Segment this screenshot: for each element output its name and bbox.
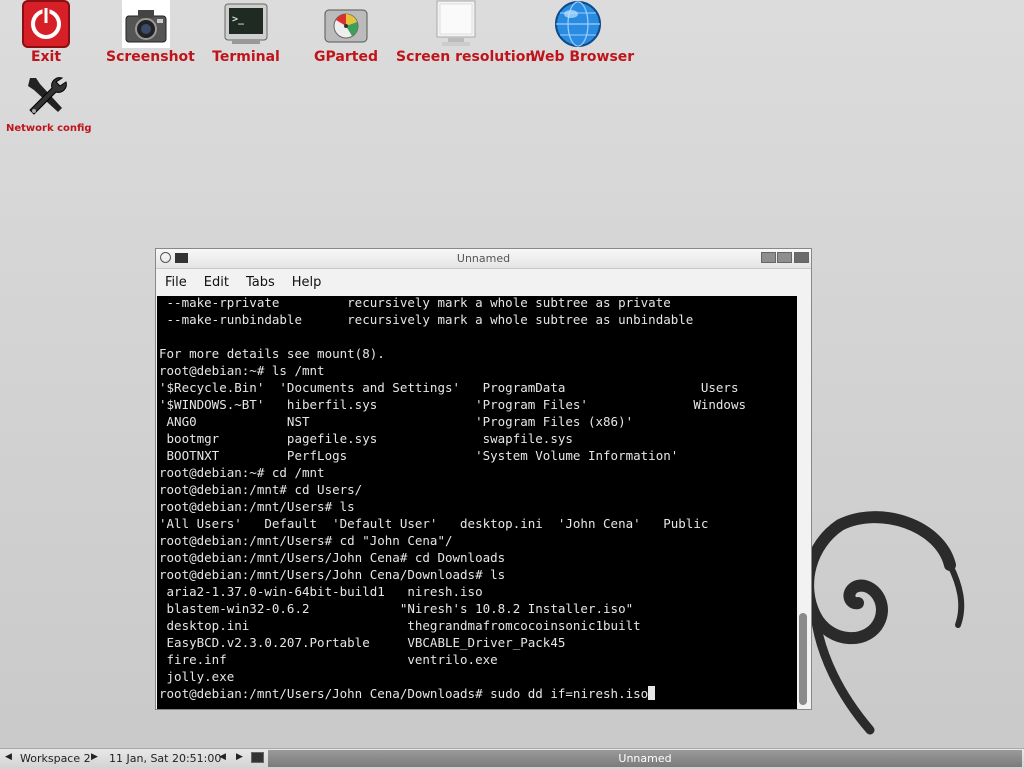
terminal-line: root@debian:/mnt/Users# cd "John Cena"/ [159, 533, 453, 548]
menu-tabs[interactable]: Tabs [246, 275, 275, 290]
web-browser-label: Web Browser [530, 49, 635, 65]
taskbar-window-button[interactable]: Unnamed [268, 750, 1022, 767]
terminal-line: 'All Users' Default 'Default User' deskt… [159, 516, 709, 531]
terminal-line: root@debian:/mnt/Users/John Cena# cd Dow… [159, 550, 506, 565]
network-config-label: Network config [6, 123, 92, 134]
terminal-line: jolly.exe [166, 669, 235, 684]
window-titlebar[interactable]: Unnamed [156, 249, 811, 269]
taskbar: ◀ Workspace 2 ▶ 11 Jan, Sat 20:51:00 ◀ ▶… [0, 748, 1024, 769]
exit-shortcut[interactable]: Exit [18, 0, 74, 66]
menu-edit[interactable]: Edit [204, 275, 229, 290]
terminal-prompt: root@debian:/mnt/Users/John Cena/Downloa… [159, 686, 491, 701]
terminal-line: desktop.ini thegrandmafromcocoinsonic1bu… [166, 618, 641, 633]
menu-file[interactable]: File [165, 275, 187, 290]
menu-help[interactable]: Help [292, 275, 322, 290]
screenshot-shortcut[interactable]: Screenshot [106, 0, 195, 66]
terminal-label: Terminal [212, 49, 280, 65]
terminal-line: --make-rprivate recursively mark a whole… [166, 296, 671, 310]
workspace-label[interactable]: Workspace 2 [20, 752, 91, 765]
terminal-line: aria2-1.37.0-win-64bit-build1 niresh.iso [166, 584, 483, 599]
clock[interactable]: 11 Jan, Sat 20:51:00 [109, 752, 221, 765]
monitor-icon [432, 0, 480, 48]
workspace-next-icon[interactable]: ▶ [91, 752, 98, 762]
maximize-button[interactable] [777, 252, 792, 263]
power-icon [22, 0, 70, 48]
disk-icon [322, 0, 370, 48]
globe-icon [554, 0, 602, 48]
terminal-line: For more details see mount(8). [159, 346, 385, 361]
terminal-line: fire.inf ventrilo.exe [166, 652, 498, 667]
close-button[interactable] [794, 252, 809, 263]
terminal-line: root@debian:~# cd /mnt [159, 465, 325, 480]
terminal-line: root@debian:/mnt/Users/John Cena/Downloa… [159, 567, 506, 582]
task-next-icon[interactable]: ▶ [236, 752, 243, 762]
terminal-line: BOOTNXT PerfLogs 'System Volume Informat… [166, 448, 679, 463]
terminal-line: '$Recycle.Bin' 'Documents and Settings' … [159, 380, 739, 395]
taskbar-terminal-icon [251, 752, 264, 763]
task-prev-icon[interactable]: ◀ [219, 752, 226, 762]
screen-resolution-label: Screen resolution [396, 49, 536, 65]
terminal-text: --make-rprivate recursively mark a whole… [157, 296, 798, 702]
terminal-line: EasyBCD.v2.3.0.207.Portable VBCABLE_Driv… [166, 635, 566, 650]
svg-text:>_: >_ [232, 14, 245, 25]
terminal-line: ANG0 NST 'Program Files (x86)' [166, 414, 634, 429]
camera-icon [122, 0, 170, 48]
terminal-output[interactable]: --make-rprivate recursively mark a whole… [157, 296, 798, 709]
terminal-line: blastem-win32-0.6.2 "Niresh's 10.8.2 Ins… [166, 601, 634, 616]
debian-swirl-logo [800, 505, 970, 735]
exit-label: Exit [30, 49, 62, 65]
terminal-line: root@debian:/mnt# cd Users/ [159, 482, 363, 497]
screen-resolution-shortcut[interactable]: Screen resolution [396, 0, 536, 66]
wrench-icon [22, 72, 70, 120]
terminal-scrollbar[interactable] [797, 296, 810, 709]
terminal-icon: >_ [222, 0, 270, 48]
terminal-command: sudo dd if=niresh.iso [490, 686, 649, 701]
network-config-shortcut[interactable]: Network config [6, 72, 92, 138]
gparted-shortcut[interactable]: GParted [312, 0, 380, 66]
workspace-prev-icon[interactable]: ◀ [5, 752, 12, 762]
terminal-line: '$WINDOWS.~BT' hiberfil.sys 'Program Fil… [159, 397, 746, 412]
terminal-line: --make-runbindable recursively mark a wh… [166, 312, 694, 327]
terminal-shortcut[interactable]: >_ Terminal [210, 0, 282, 66]
terminal-cursor [648, 686, 656, 700]
terminal-line: bootmgr pagefile.sys swapfile.sys [166, 431, 573, 446]
terminal-line: root@debian:~# ls /mnt [159, 363, 325, 378]
web-browser-shortcut[interactable]: Web Browser [530, 0, 635, 66]
scrollbar-thumb[interactable] [799, 613, 807, 705]
gparted-label: GParted [314, 49, 378, 65]
terminal-line: root@debian:/mnt/Users# ls [159, 499, 355, 514]
screenshot-label: Screenshot [106, 49, 195, 65]
window-title: Unnamed [456, 252, 511, 265]
minimize-button[interactable] [761, 252, 776, 263]
terminal-window[interactable]: Unnamed File Edit Tabs Help --make-rpriv… [155, 248, 812, 710]
menu-bar: File Edit Tabs Help [156, 269, 811, 296]
